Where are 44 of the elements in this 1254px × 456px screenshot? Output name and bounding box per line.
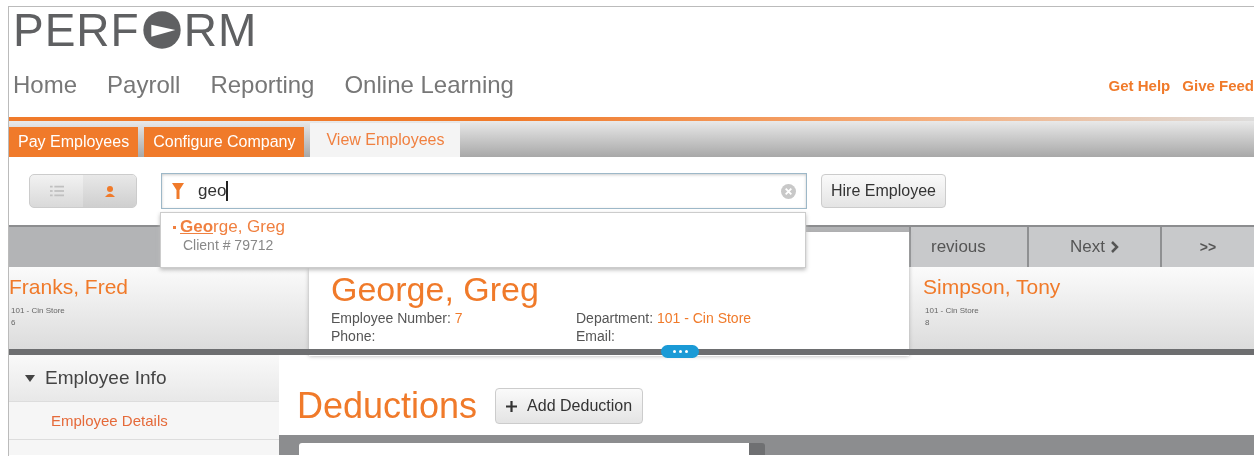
search-field[interactable]: geo bbox=[161, 173, 807, 209]
nav-link[interactable]: Reporting bbox=[210, 71, 315, 99]
employee-name: George, Greg bbox=[331, 270, 540, 308]
hire-employee-button[interactable]: Hire Employee bbox=[821, 174, 946, 208]
employee-card[interactable]: Simpson, Tony 101 - Cin Store 8 bbox=[909, 267, 1254, 349]
page-title: Deductions bbox=[297, 385, 478, 427]
employee-name: Franks, Fred bbox=[9, 275, 130, 299]
employee-field: Phone: bbox=[331, 328, 576, 344]
sidebar-item[interactable]: Employee Details bbox=[9, 402, 279, 440]
logo-text: PERF bbox=[13, 7, 140, 53]
chevron-right-icon bbox=[1111, 241, 1119, 253]
nav-link[interactable]: Online Learning bbox=[344, 71, 514, 99]
employee-name: Simpson, Tony bbox=[923, 275, 1062, 299]
employee-department: 101 - Cin Store bbox=[925, 305, 980, 317]
person-view-button[interactable] bbox=[83, 175, 136, 207]
list-icon bbox=[49, 185, 64, 197]
tab[interactable]: Pay Employees bbox=[9, 127, 139, 157]
filter-icon bbox=[172, 183, 184, 199]
employee-number: 8 bbox=[925, 317, 931, 329]
nav-link[interactable]: Home bbox=[13, 71, 78, 99]
next-button[interactable]: Next bbox=[1027, 227, 1160, 267]
plus-icon bbox=[506, 400, 518, 412]
resize-handle[interactable] bbox=[661, 345, 699, 358]
employee-card[interactable]: Franks, Fred 101 - Cin Store 6 bbox=[9, 267, 309, 349]
clear-icon[interactable] bbox=[781, 183, 796, 199]
employee-field: Employee Number: 7 bbox=[331, 310, 576, 326]
last-button[interactable]: >> bbox=[1160, 227, 1254, 267]
add-deduction-button[interactable]: Add Deduction bbox=[495, 388, 644, 424]
logo-icon bbox=[141, 10, 182, 50]
header-link[interactable]: Get Help bbox=[1108, 76, 1171, 94]
employee-number: 6 bbox=[11, 317, 17, 329]
logo-text: RM bbox=[183, 7, 258, 53]
person-icon bbox=[102, 185, 117, 197]
suggestion-item[interactable]: George, Greg Client # 79712 bbox=[173, 217, 805, 253]
tab[interactable]: Configure Company bbox=[144, 127, 305, 157]
employee-department: 101 - Cin Store bbox=[11, 305, 66, 317]
nav-link[interactable]: Payroll bbox=[107, 71, 181, 99]
employee-field: Department: 101 - Cin Store bbox=[576, 310, 826, 326]
employee-field: Email: bbox=[576, 328, 826, 344]
view-toggle[interactable] bbox=[29, 174, 137, 208]
bullet-icon bbox=[173, 226, 176, 229]
tab[interactable]: View Employees bbox=[310, 123, 461, 157]
header-link[interactable]: Give Feed bbox=[1182, 76, 1254, 94]
previous-button[interactable]: revious bbox=[909, 227, 1027, 267]
